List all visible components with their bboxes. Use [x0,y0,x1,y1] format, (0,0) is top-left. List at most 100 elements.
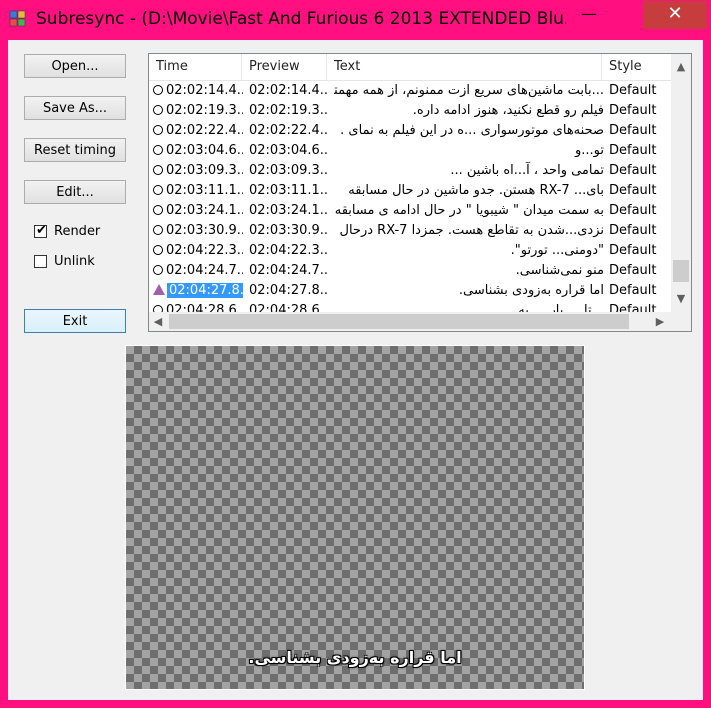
cell-style: Default [609,183,657,198]
open-button[interactable]: Open... [24,54,126,78]
cell-preview: 02:03:11.1... [249,183,329,198]
table-row[interactable]: 02:03:09.3... 02:03:09.3... تمامی واحد ، آ… [149,161,671,181]
scroll-right-icon[interactable]: ▶ [651,312,669,331]
cell-text: به سمت میدان " شیبویا " در حال ادامه ی م… [334,203,604,218]
cell-text: منو نمی‌شناسی. [515,263,604,278]
column-header-time[interactable]: Time [149,54,242,80]
cell-time: 02:03:24.1... [153,201,243,221]
table-row[interactable]: 02:02:19.3... 02:02:19.3... فیلم رو قطع نک… [149,101,671,121]
circle-marker-icon [153,145,163,155]
scroll-down-icon[interactable]: ▼ [671,290,691,308]
table-row[interactable]: 02:04:22.3... 02:04:22.3... "دومنی... تورت… [149,241,671,261]
cell-text: اما قراره به‌زودی بشناسی. [458,283,604,298]
edit-button[interactable]: Edit... [24,180,126,204]
table-row[interactable]: 02:03:24.1... 02:03:24.1... به سمت میدان "… [149,201,671,221]
table-row[interactable]: 02:02:14.4... 02:02:14.4... ...بابت ماشین‌… [149,81,671,101]
time-value: 02:03:04.6... [166,143,243,158]
cell-text: بای... RX-7 هستن. جدو ماشین در حال مسابق… [348,183,604,198]
cell-text: تو...و [574,143,604,158]
time-value: 02:04:22.3... [166,243,243,258]
unlink-checkbox-box[interactable] [34,255,47,268]
cell-style: Default [609,103,657,118]
cell-time: 02:04:24.7... [153,261,243,281]
cell-text: صحنه‌های موتورسواری ...ه در این فیلم به … [340,123,604,138]
cell-preview: 02:03:04.6... [249,143,329,158]
vertical-scrollbar[interactable]: ▲ ▼ [671,54,691,312]
cell-time: 02:02:14.4... [153,81,243,101]
cell-preview: 02:02:14.4... [249,83,329,98]
table-row[interactable]: 02:04:27.8... 02:04:27.8... اما قراره به‌ز… [149,281,671,301]
unlink-checkbox-label: Unlink [54,254,95,269]
vertical-scroll-thumb[interactable] [673,260,689,282]
title-bar[interactable]: Subresync - (D:\Movie\Fast And Furious 6… [0,0,711,40]
table-row[interactable]: 02:04:24.7... 02:04:24.7... منو نمی‌شناسی.… [149,261,671,281]
time-value: 02:03:30.9... [166,223,243,238]
cell-style: Default [609,123,657,138]
cell-preview: 02:03:30.9... [249,223,329,238]
time-value: 02:03:09.3... [166,163,243,178]
minimize-button[interactable]: — [566,1,612,29]
time-value: 02:04:27.8... [167,283,243,298]
scroll-up-icon[interactable]: ▲ [671,58,691,76]
exit-button[interactable]: Exit [24,309,126,333]
cell-preview: 02:04:27.8... [249,283,329,298]
table-row[interactable]: 02:03:11.1... 02:03:11.1... بای... RX-7 هس… [149,181,671,201]
table-row[interactable]: 02:03:04.6... 02:03:04.6... تو...و Default [149,141,671,161]
scroll-left-icon[interactable]: ◀ [149,312,167,331]
horizontal-scroll-thumb[interactable] [169,314,629,329]
cell-style: Default [609,243,657,258]
cell-time: 02:02:19.3... [153,101,243,121]
column-header-style[interactable]: Style [602,54,671,80]
cell-time: 02:04:22.3... [153,241,243,261]
scrollbar-corner [671,312,691,331]
cell-text: فیلم رو قطع نکنید، هنوز ادامه داره. [412,103,604,118]
time-value: 02:03:11.1... [166,183,243,198]
subtitle-list[interactable]: Time Preview Text Style 02:02:14.4... 02:… [148,53,692,332]
cell-time: 02:04:27.8... [153,281,243,301]
time-value: 02:02:14.4... [166,83,243,98]
close-button[interactable]: ✕ [643,1,707,29]
checkmark-icon: ✔ [36,223,47,238]
circle-marker-icon [153,105,163,115]
cell-preview: 02:04:22.3... [249,243,329,258]
cell-style: Default [609,223,657,238]
cell-style: Default [609,163,657,178]
render-checkbox-box[interactable]: ✔ [34,223,47,238]
circle-marker-icon [153,125,163,135]
time-value: 02:02:22.4... [166,123,243,138]
circle-marker-icon [153,265,163,275]
subtitle-preview: اما قراره به‌زودی بشناسی. [125,345,585,690]
reset-timing-button[interactable]: Reset timing [24,138,126,162]
dialog-client: Open... Save As... Reset timing Edit... … [8,40,703,700]
cell-time: 02:03:04.6... [153,141,243,161]
window-title: Subresync - (D:\Movie\Fast And Furious 6… [36,9,566,29]
table-row[interactable]: 02:02:22.4... 02:02:22.4... صحنه‌های موتور… [149,121,671,141]
triangle-marker-icon [153,284,165,295]
column-header-text[interactable]: Text [327,54,602,80]
cell-preview: 02:03:24.1... [249,203,329,218]
cell-style: Default [609,283,657,298]
time-value: 02:04:24.7... [166,263,243,278]
cell-style: Default [609,143,657,158]
unlink-checkbox[interactable]: Unlink [34,254,124,272]
render-checkbox[interactable]: ✔ Render [34,223,124,242]
cell-time: 02:02:22.4... [153,121,243,141]
circle-marker-icon [153,245,163,255]
cell-text: ...بابت ماشین‌های سریع ازت ممنونم، از هم… [334,83,604,98]
column-header-preview[interactable]: Preview [242,54,327,80]
time-value: 02:03:24.1... [166,203,243,218]
app-icon [9,10,27,28]
circle-marker-icon [153,205,163,215]
cell-preview: 02:04:24.7... [249,263,329,278]
subresync-window: Subresync - (D:\Movie\Fast And Furious 6… [0,0,711,708]
save-as-button[interactable]: Save As... [24,96,126,120]
cell-text: تمامی واحد ، آ...اه باشین ... [450,163,604,178]
cell-preview: 02:03:09.3... [249,163,329,178]
cell-time: 02:03:11.1... [153,181,243,201]
table-row[interactable]: 02:03:30.9... 02:03:30.9... نزدی...شدن به … [149,221,671,241]
horizontal-scrollbar[interactable]: ◀ ▶ [149,312,671,331]
cell-text: نزدی...شدن به تقاطع هست. جمزدا RX-7 درحا… [339,223,604,238]
cell-time: 02:03:30.9... [153,221,243,241]
circle-marker-icon [153,185,163,195]
circle-marker-icon [153,85,163,95]
